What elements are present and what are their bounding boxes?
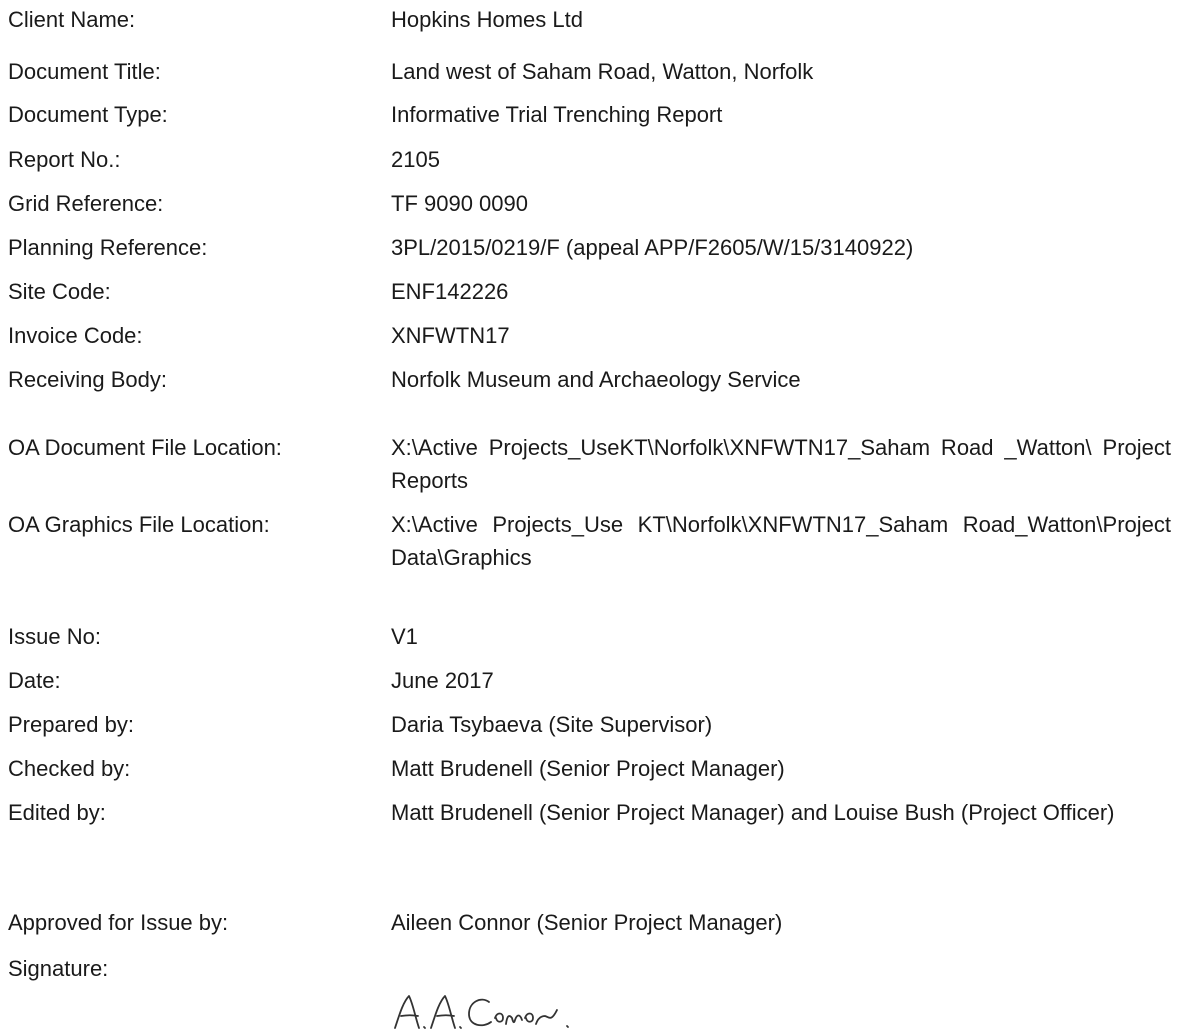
field-value: X:\Active Projects_Use KT\Norfolk\XNFWTN…: [391, 512, 1171, 570]
field-label: Grid Reference:: [8, 191, 164, 216]
field-label: OA Graphics File Location:: [8, 512, 270, 537]
field-label: Signature:: [8, 956, 109, 981]
field-label: Document Type:: [8, 102, 168, 127]
field-value: Informative Trial Trenching Report: [391, 102, 723, 127]
field-label: Edited by:: [8, 800, 106, 825]
field-value: XNFWTN17: [391, 323, 510, 348]
field-label: Issue No:: [8, 624, 101, 649]
field-value: Land west of Saham Road, Watton, Norfolk: [391, 59, 814, 84]
document-page: Client Name: Hopkins Homes Ltd Document …: [0, 0, 1190, 1032]
field-label: Prepared by:: [8, 712, 134, 737]
field-label: Client Name:: [8, 7, 136, 32]
field-label: OA Document File Location:: [8, 435, 282, 460]
field-value: X:\Active Projects_UseKT\Norfolk\XNFWTN1…: [391, 435, 1171, 493]
field-value: 3PL/2015/0219/F (appeal APP/F2605/W/15/3…: [391, 235, 914, 260]
field-label: Receiving Body:: [8, 367, 167, 392]
field-value: TF 9090 0090: [391, 191, 528, 216]
field-label: Report No.:: [8, 147, 121, 172]
field-label: Date:: [8, 668, 61, 693]
field-value: Matt Brudenell (Senior Project Manager): [391, 756, 785, 781]
field-value: Daria Tsybaeva (Site Supervisor): [391, 712, 713, 737]
field-label: Invoice Code:: [8, 323, 143, 348]
field-value: Norfolk Museum and Archaeology Service: [391, 367, 801, 392]
field-label: Document Title:: [8, 59, 161, 84]
handwritten-signature: [394, 995, 569, 1029]
field-value: ENF142226: [391, 279, 509, 304]
field-label: Checked by:: [8, 756, 131, 781]
field-label: Planning Reference:: [8, 235, 208, 260]
field-value: June 2017: [391, 668, 494, 693]
field-value: Matt Brudenell (Senior Project Manager) …: [391, 800, 1115, 825]
field-value: 2105: [391, 147, 440, 172]
field-label: Approved for Issue by:: [8, 910, 229, 935]
field-value: Aileen Connor (Senior Project Manager): [391, 910, 783, 935]
field-value: V1: [391, 624, 418, 649]
field-label: Site Code:: [8, 279, 111, 304]
field-value: Hopkins Homes Ltd: [391, 7, 583, 32]
